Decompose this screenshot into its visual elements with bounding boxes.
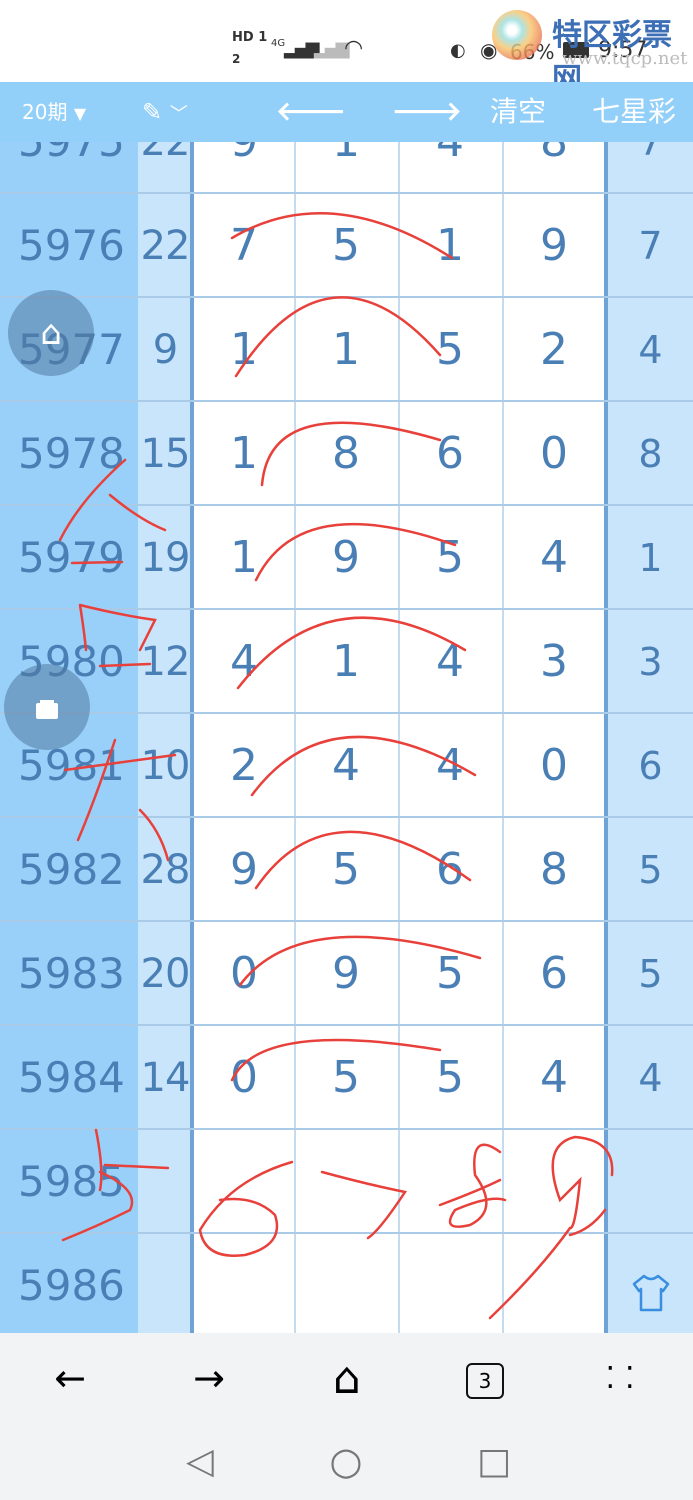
forward-arrow-icon[interactable]: → — [184, 1353, 234, 1403]
ink-9 — [488, 1135, 614, 1320]
chevron-down-icon: ﹀ — [169, 104, 188, 125]
lottery-type-button[interactable]: 七星彩 — [592, 82, 676, 142]
toolbar: 20期 ▼ ✎ ﹀ 🡐 🡒 清空 七星彩 — [0, 82, 693, 142]
tabs-button[interactable]: 3 — [466, 1363, 504, 1399]
ink-arc — [230, 1038, 442, 1082]
home-icon: ⌂ — [40, 313, 62, 353]
lock-floating-button[interactable] — [4, 664, 90, 750]
wifi-icon: ◠ — [344, 36, 364, 61]
watermark-url: www.tqcp.net — [562, 48, 688, 69]
network-type: 4G — [271, 38, 286, 49]
browser-bottom-bar: ← → ⌂ 3 ⁚⁚ ◁ ○ □ — [0, 1333, 693, 1500]
pen-dropdown[interactable]: ✎ ﹀ — [142, 82, 188, 142]
logo-emblem — [492, 10, 542, 60]
ink-arc — [254, 830, 472, 890]
ink-arc — [254, 522, 457, 582]
lock-icon — [36, 703, 58, 719]
ink-arc — [260, 421, 442, 487]
ink-left — [78, 603, 157, 668]
signal-icon: ▂▄▆ — [284, 38, 319, 59]
ink-8 — [438, 1143, 507, 1228]
clear-button[interactable]: 清空 — [490, 82, 546, 142]
ink-left — [58, 458, 167, 565]
sim2-indicator: 2 — [232, 52, 241, 66]
ink-6 — [198, 1160, 294, 1257]
ink-arc — [250, 735, 477, 797]
sim-indicator: HD 1 — [232, 30, 268, 45]
theme-shirt-button[interactable] — [630, 1272, 672, 1314]
period-count-dropdown[interactable]: 20期 ▼ — [22, 82, 86, 142]
handwriting-overlay — [58, 212, 614, 1320]
watermark-logo: 特区彩票网 www.tqcp.net — [492, 8, 692, 97]
period-count-label: 20期 — [22, 100, 68, 124]
signal2-icon: ▂▄▆ — [314, 38, 349, 59]
ink-7 — [320, 1170, 408, 1240]
system-back-icon[interactable]: ◁ — [180, 1441, 220, 1482]
home-floating-button[interactable]: ⌂ — [8, 290, 94, 376]
shirt-icon — [632, 1274, 670, 1312]
ink-5 — [61, 1128, 170, 1242]
ink-left — [63, 738, 177, 862]
number-grid[interactable]: 5975229148759762275197597791152459781518… — [0, 142, 693, 1333]
ink-arc — [236, 616, 467, 690]
ink-arc — [234, 296, 442, 378]
system-home-icon[interactable]: ○ — [326, 1439, 366, 1483]
home-icon[interactable]: ⌂ — [322, 1353, 372, 1404]
eco-icon: ◐ — [450, 40, 466, 61]
system-recents-icon[interactable]: □ — [474, 1441, 514, 1482]
ink-arc — [238, 935, 482, 987]
caret-down-icon: ▼ — [73, 104, 87, 123]
back-arrow-icon[interactable]: ← — [45, 1353, 95, 1403]
undo-arrow-left-icon[interactable]: 🡐 — [276, 82, 346, 142]
pencil-icon: ✎ — [142, 98, 163, 126]
redo-arrow-right-icon[interactable]: 🡒 — [392, 82, 462, 142]
menu-dots-icon[interactable]: ⁚⁚ — [600, 1353, 650, 1403]
ink-arc — [230, 212, 454, 260]
status-bar: HD 1 2 4G ▂▄▆ ▂▄▆ ◠ ◐ ◉ 66% 9:57 特区彩票网 w… — [0, 0, 693, 97]
